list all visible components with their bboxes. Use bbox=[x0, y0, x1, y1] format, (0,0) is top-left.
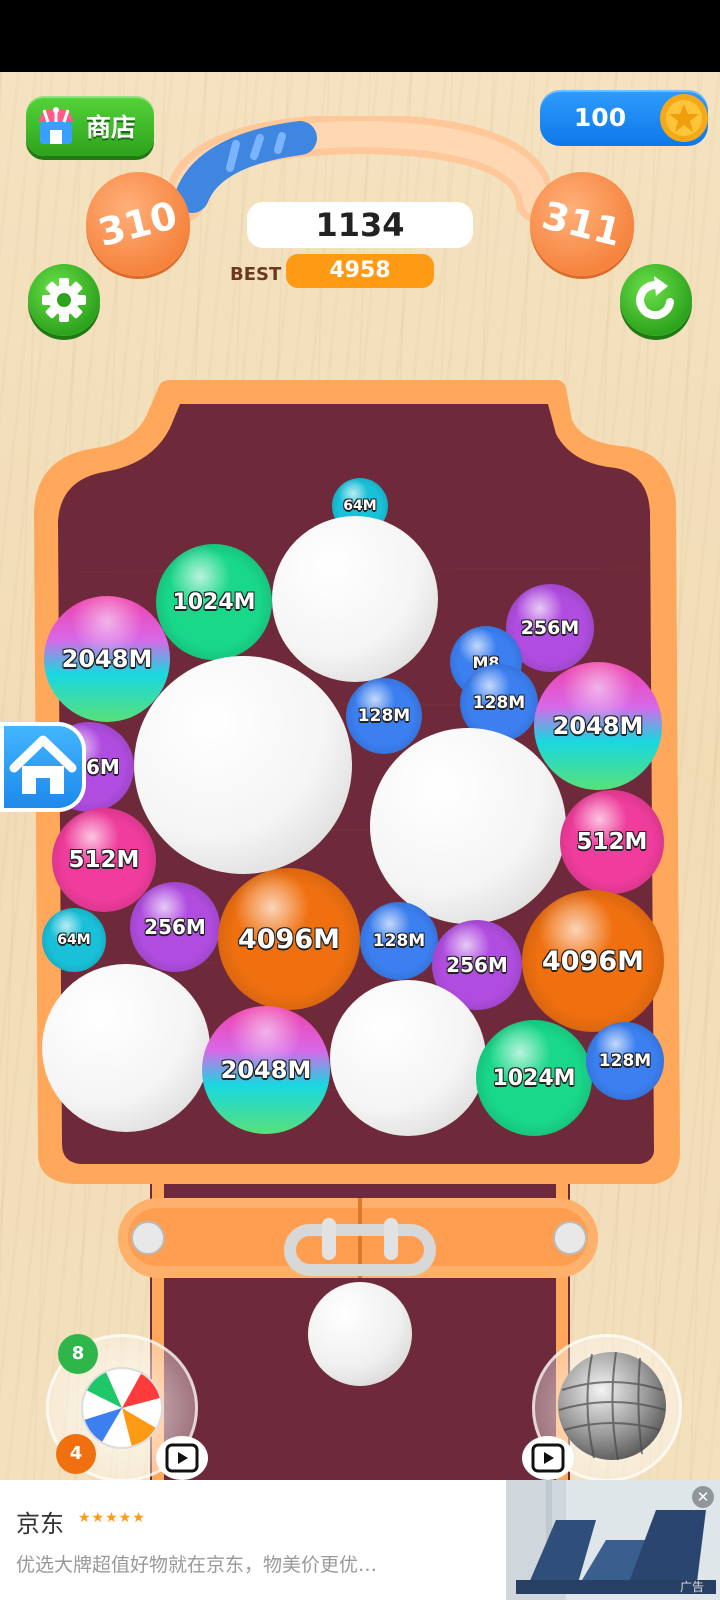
ball-4096m: 4096M bbox=[218, 868, 360, 1010]
ball-label: 256M bbox=[520, 617, 580, 639]
ball-256m: 256M bbox=[130, 882, 220, 972]
launcher-ball[interactable] bbox=[308, 1282, 412, 1386]
ball-label: 1024M bbox=[492, 1065, 576, 1091]
settings-button[interactable] bbox=[28, 264, 100, 336]
ball-1024m: 1024M bbox=[476, 1020, 592, 1136]
disco-ball-video-button[interactable] bbox=[522, 1436, 574, 1480]
home-icon bbox=[9, 735, 77, 794]
ball-2048m: 2048M bbox=[202, 1006, 330, 1134]
ball-label: 512M bbox=[68, 847, 140, 873]
gear-icon bbox=[42, 278, 86, 322]
ball-label: 1024M bbox=[172, 589, 256, 615]
shop-label: 商店 bbox=[86, 113, 137, 142]
restart-button[interactable] bbox=[620, 264, 692, 336]
shop-button[interactable]: 商店 bbox=[26, 96, 154, 156]
current-level-badge: 310 bbox=[86, 172, 190, 276]
ball-label: 256M bbox=[446, 953, 508, 977]
ball-white bbox=[272, 516, 438, 682]
coin-value: 100 bbox=[573, 103, 627, 132]
coin-icon bbox=[660, 94, 708, 142]
ad-rating-stars: ★★★★★ bbox=[78, 1510, 146, 1526]
ball-label: 2048M bbox=[220, 1056, 312, 1084]
ad-banner[interactable]: 京东 ★★★★★ 优选大牌超值好物就在京东，物美价更优… ✕ 广告 bbox=[0, 1480, 720, 1600]
ad-close-button[interactable]: ✕ bbox=[692, 1486, 714, 1508]
status-bar bbox=[0, 0, 720, 72]
ball-64m: 64M bbox=[42, 908, 106, 972]
ball-label: 128M bbox=[598, 1051, 652, 1071]
beach-ball-count-bottom: 4 bbox=[56, 1434, 96, 1474]
home-button[interactable] bbox=[0, 722, 86, 812]
next-level-badge: 311 bbox=[530, 172, 634, 276]
ball-white bbox=[42, 964, 210, 1132]
ball-128m: 128M bbox=[346, 678, 422, 754]
ball-2048m: 2048M bbox=[534, 662, 662, 790]
ball-label: 128M bbox=[372, 931, 426, 951]
ball-128m: 128M bbox=[586, 1022, 664, 1100]
ball-128m: 128M bbox=[360, 902, 438, 980]
shop-icon bbox=[34, 106, 78, 146]
beach-ball-count-top: 8 bbox=[58, 1334, 98, 1374]
ball-label: 256M bbox=[144, 915, 206, 939]
ball-label: 128M bbox=[357, 706, 411, 726]
ball-2048m: 2048M bbox=[44, 596, 170, 722]
ball-label: 2048M bbox=[61, 645, 153, 673]
best-score: 4958 bbox=[286, 254, 434, 288]
play-video-icon bbox=[531, 1443, 565, 1473]
ball-512m: 512M bbox=[560, 790, 664, 894]
ball-label: 2048M bbox=[552, 712, 644, 740]
ball-label: 64M bbox=[57, 932, 91, 948]
best-label: BEST bbox=[230, 264, 282, 285]
ball-label: 4096M bbox=[541, 945, 644, 977]
score-display: 1134 bbox=[247, 202, 473, 248]
ball-label: 128M bbox=[472, 693, 526, 713]
ball-label: 4096M bbox=[237, 923, 340, 955]
game-screen: 商店 100 310 311 1134 BEST 4958 64M 1024M … bbox=[0, 72, 720, 1480]
play-video-icon bbox=[165, 1443, 199, 1473]
ad-description: 优选大牌超值好物就在京东，物美价更优… bbox=[16, 1554, 378, 1576]
restart-icon bbox=[636, 276, 674, 320]
next-ball-label: 64M bbox=[343, 498, 377, 514]
ball-white bbox=[370, 728, 566, 924]
ball-1024m: 1024M bbox=[156, 544, 272, 660]
ball-label: 512M bbox=[576, 829, 648, 855]
ad-label: 广告 bbox=[680, 1580, 705, 1594]
coin-counter[interactable]: 100 bbox=[540, 90, 708, 146]
ball-white bbox=[330, 980, 486, 1136]
beach-ball-video-button[interactable] bbox=[156, 1436, 208, 1480]
ball-white bbox=[134, 656, 352, 874]
ball-4096m: 4096M bbox=[522, 890, 664, 1032]
ad-title: 京东 bbox=[16, 1510, 64, 1538]
